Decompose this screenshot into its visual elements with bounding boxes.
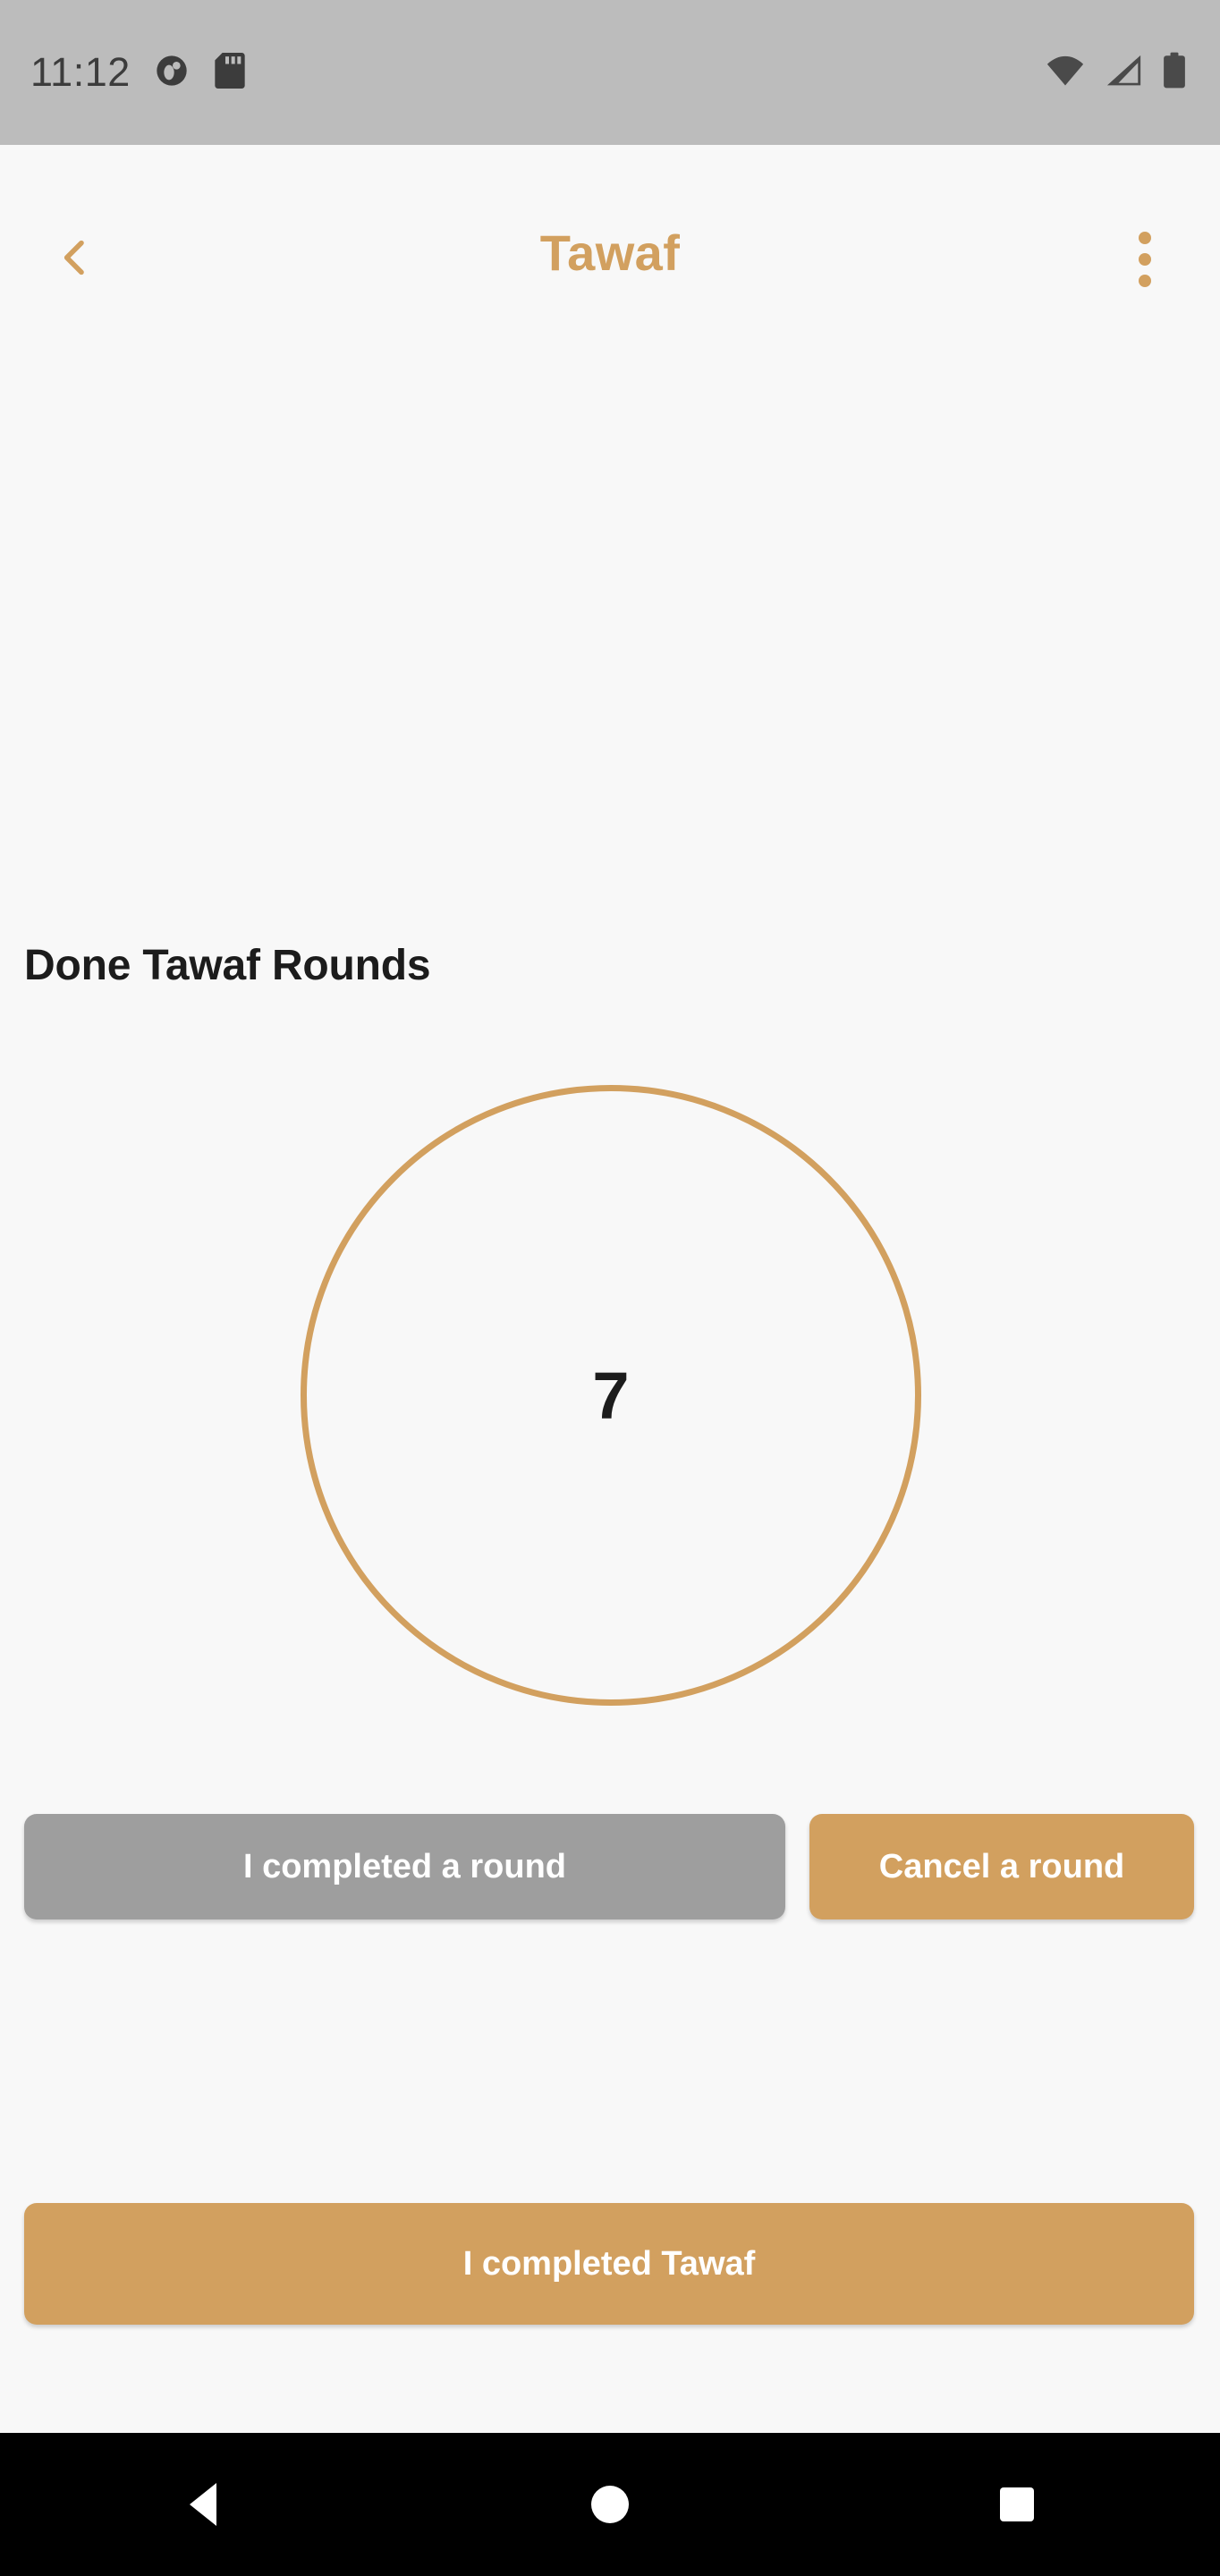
- status-bar: 11:12: [0, 0, 1220, 145]
- wifi-icon: [1045, 53, 1086, 93]
- app-notification-icon: [154, 53, 190, 93]
- triangle-back-icon: [190, 2483, 217, 2526]
- circle-home-icon: [590, 2486, 629, 2523]
- completed-tawaf-button[interactable]: I completed Tawaf: [24, 2203, 1194, 2325]
- app-bar: Tawaf: [0, 145, 1220, 360]
- more-vertical-icon-dot-2: [1139, 253, 1151, 266]
- sd-card-icon: [213, 52, 247, 93]
- nav-home-button[interactable]: [543, 2433, 677, 2576]
- more-vertical-icon-dot-3: [1139, 275, 1151, 287]
- more-vertical-icon-dot-1: [1139, 232, 1151, 244]
- round-actions-row: I completed a round Cancel a round: [0, 1814, 1220, 1921]
- overflow-menu-button[interactable]: [1109, 224, 1181, 295]
- android-nav-bar: [0, 2433, 1220, 2576]
- tawaf-round-count: 7: [592, 1358, 630, 1433]
- cancel-round-button[interactable]: Cancel a round: [809, 1814, 1194, 1919]
- status-bar-clock: 11:12: [30, 49, 131, 95]
- battery-icon: [1163, 52, 1186, 94]
- section-heading: Done Tawaf Rounds: [24, 942, 431, 989]
- status-bar-right: [1045, 52, 1186, 94]
- nav-recents-button[interactable]: [950, 2433, 1084, 2576]
- phone-screen: 11:12 Tawaf Done Tawaf Rounds 7 I comple…: [0, 0, 1220, 2576]
- tawaf-round-counter-circle: 7: [301, 1085, 921, 1706]
- square-recents-icon: [999, 2487, 1034, 2521]
- nav-back-button[interactable]: [136, 2433, 270, 2576]
- status-bar-left: 11:12: [30, 49, 247, 96]
- cellular-signal-icon: [1106, 53, 1143, 93]
- completed-round-button[interactable]: I completed a round: [24, 1814, 785, 1919]
- page-title: Tawaf: [539, 224, 681, 281]
